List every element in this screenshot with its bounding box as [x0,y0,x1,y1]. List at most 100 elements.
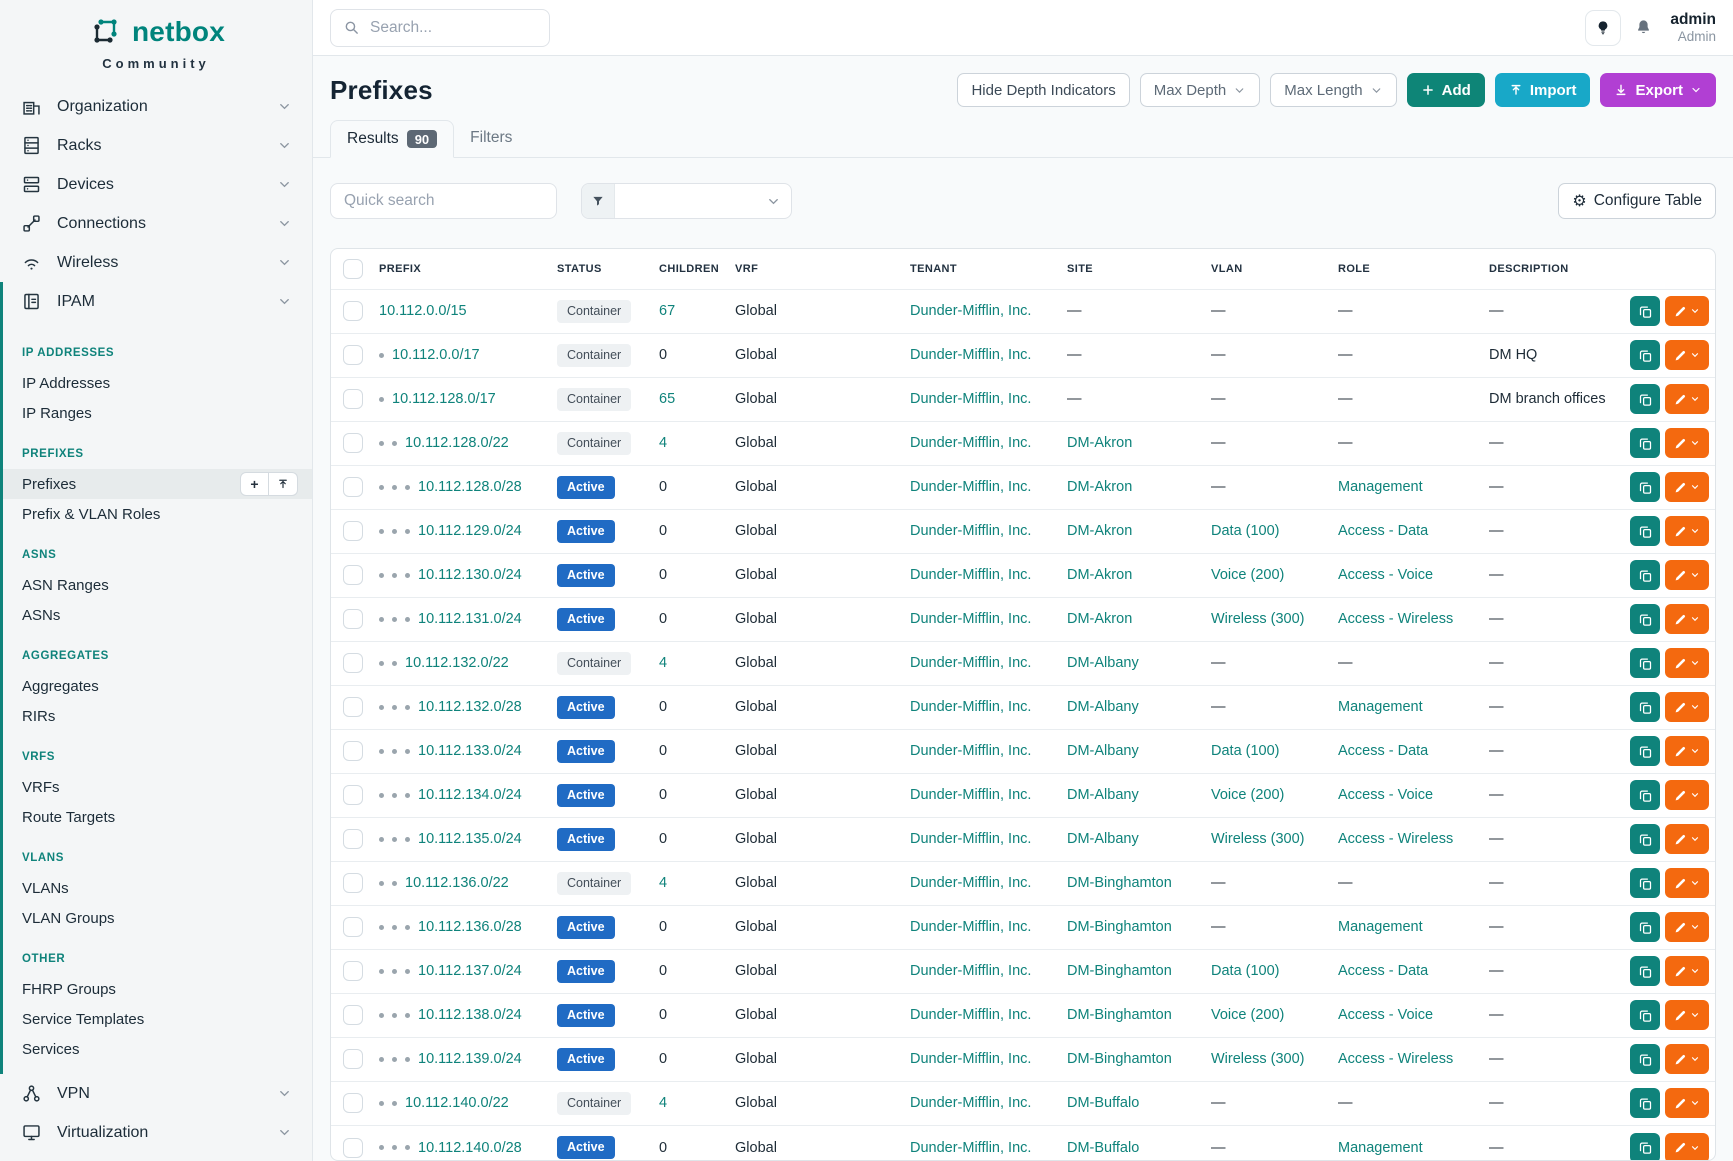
tenant-link[interactable]: Dunder-Mifflin, Inc. [910,479,1031,495]
role-link[interactable]: Access - Data [1338,523,1428,539]
row-checkbox[interactable] [343,565,363,585]
copy-button[interactable] [1630,868,1660,898]
add-button[interactable]: Add [1407,73,1485,107]
sidebar-item-virtualization[interactable]: Virtualization [0,1113,312,1152]
tab-filters[interactable]: Filters [454,119,528,157]
children-count[interactable]: 0 [659,787,667,803]
copy-button[interactable] [1630,1133,1660,1161]
edit-button[interactable] [1665,780,1709,810]
vlan-link[interactable]: Wireless (300) [1211,831,1304,847]
row-checkbox[interactable] [343,301,363,321]
copy-button[interactable] [1630,560,1660,590]
site-link[interactable]: — [1067,347,1082,363]
sidebar-item-vpn[interactable]: VPN [0,1074,312,1113]
copy-button[interactable] [1630,428,1660,458]
children-count[interactable]: 4 [659,435,667,451]
sidebar-item-wireless[interactable]: Wireless [0,243,312,282]
children-count[interactable]: 65 [659,391,675,407]
copy-button[interactable] [1630,736,1660,766]
vlan-link[interactable]: — [1211,1140,1226,1156]
sidebar-item-service-templates[interactable]: Service Templates [3,1004,312,1034]
max-depth-button[interactable]: Max Depth [1140,73,1261,107]
edit-button[interactable] [1665,1088,1709,1118]
tenant-link[interactable]: Dunder-Mifflin, Inc. [910,787,1031,803]
site-link[interactable]: — [1067,391,1082,407]
export-button[interactable]: Export [1600,73,1716,107]
prefix-link[interactable]: 10.112.130.0/24 [418,567,522,583]
tenant-link[interactable]: Dunder-Mifflin, Inc. [910,611,1031,627]
column-header-status[interactable]: STATUS [557,249,659,289]
row-checkbox[interactable] [343,1049,363,1069]
site-link[interactable]: DM-Binghamton [1067,875,1172,891]
sidebar-item-asn-ranges[interactable]: ASN Ranges [3,570,312,600]
children-count[interactable]: 0 [659,611,667,627]
site-link[interactable]: — [1067,303,1082,319]
vlan-link[interactable]: Voice (200) [1211,787,1284,803]
vlan-link[interactable]: — [1211,479,1226,495]
edit-button[interactable] [1665,604,1709,634]
edit-button[interactable] [1665,1000,1709,1030]
role-link[interactable]: — [1338,655,1353,671]
role-link[interactable]: Management [1338,1140,1423,1156]
tenant-link[interactable]: Dunder-Mifflin, Inc. [910,831,1031,847]
column-header-tenant[interactable]: TENANT [910,249,1067,289]
sidebar-item-vlan-groups[interactable]: VLAN Groups [3,903,312,933]
role-link[interactable]: — [1338,1095,1353,1111]
tenant-link[interactable]: Dunder-Mifflin, Inc. [910,391,1031,407]
role-link[interactable]: — [1338,391,1353,407]
edit-button[interactable] [1665,868,1709,898]
tenant-link[interactable]: Dunder-Mifflin, Inc. [910,1051,1031,1067]
row-checkbox[interactable] [343,433,363,453]
edit-button[interactable] [1665,296,1709,326]
vlan-link[interactable]: — [1211,655,1226,671]
column-header-vlan[interactable]: VLAN [1211,249,1338,289]
column-header-role[interactable]: ROLE [1338,249,1489,289]
prefix-link[interactable]: 10.112.138.0/24 [418,1007,522,1023]
sidebar-item-rirs[interactable]: RIRs [3,701,312,731]
max-length-button[interactable]: Max Length [1270,73,1396,107]
row-checkbox[interactable] [343,653,363,673]
vlan-link[interactable]: Data (100) [1211,963,1280,979]
configure-table-button[interactable]: ⚙ Configure Table [1558,183,1716,219]
copy-button[interactable] [1630,516,1660,546]
prefix-link[interactable]: 10.112.128.0/22 [405,435,509,451]
site-link[interactable]: DM-Buffalo [1067,1095,1139,1111]
site-link[interactable]: DM-Akron [1067,523,1132,539]
tenant-link[interactable]: Dunder-Mifflin, Inc. [910,303,1031,319]
tenant-link[interactable]: Dunder-Mifflin, Inc. [910,743,1031,759]
site-link[interactable]: DM-Akron [1067,611,1132,627]
edit-button[interactable] [1665,692,1709,722]
children-count[interactable]: 4 [659,1095,667,1111]
sidebar-item-asns[interactable]: ASNs [3,600,312,630]
prefix-link[interactable]: 10.112.132.0/28 [418,699,522,715]
role-link[interactable]: — [1338,303,1353,319]
tenant-link[interactable]: Dunder-Mifflin, Inc. [910,347,1031,363]
vlan-link[interactable]: — [1211,1095,1226,1111]
row-checkbox[interactable] [343,609,363,629]
row-checkbox[interactable] [343,1005,363,1025]
vlan-link[interactable]: Voice (200) [1211,567,1284,583]
site-link[interactable]: DM-Albany [1067,787,1139,803]
copy-button[interactable] [1630,296,1660,326]
role-link[interactable]: Management [1338,699,1423,715]
site-link[interactable]: DM-Albany [1067,831,1139,847]
copy-button[interactable] [1630,956,1660,986]
sidebar-item-fhrp-groups[interactable]: FHRP Groups [3,974,312,1004]
filter-select[interactable] [581,183,792,219]
site-link[interactable]: DM-Buffalo [1067,1140,1139,1156]
children-count[interactable]: 0 [659,699,667,715]
prefix-link[interactable]: 10.112.128.0/28 [418,479,522,495]
role-link[interactable]: — [1338,347,1353,363]
site-link[interactable]: DM-Albany [1067,699,1139,715]
children-count[interactable]: 4 [659,875,667,891]
row-checkbox[interactable] [343,389,363,409]
prefix-link[interactable]: 10.112.136.0/28 [418,919,522,935]
row-checkbox[interactable] [343,917,363,937]
column-header-children[interactable]: CHILDREN [659,249,735,289]
prefix-link[interactable]: 10.112.137.0/24 [418,963,522,979]
copy-button[interactable] [1630,472,1660,502]
prefix-link[interactable]: 10.112.134.0/24 [418,787,522,803]
copy-button[interactable] [1630,912,1660,942]
tenant-link[interactable]: Dunder-Mifflin, Inc. [910,919,1031,935]
copy-button[interactable] [1630,1044,1660,1074]
